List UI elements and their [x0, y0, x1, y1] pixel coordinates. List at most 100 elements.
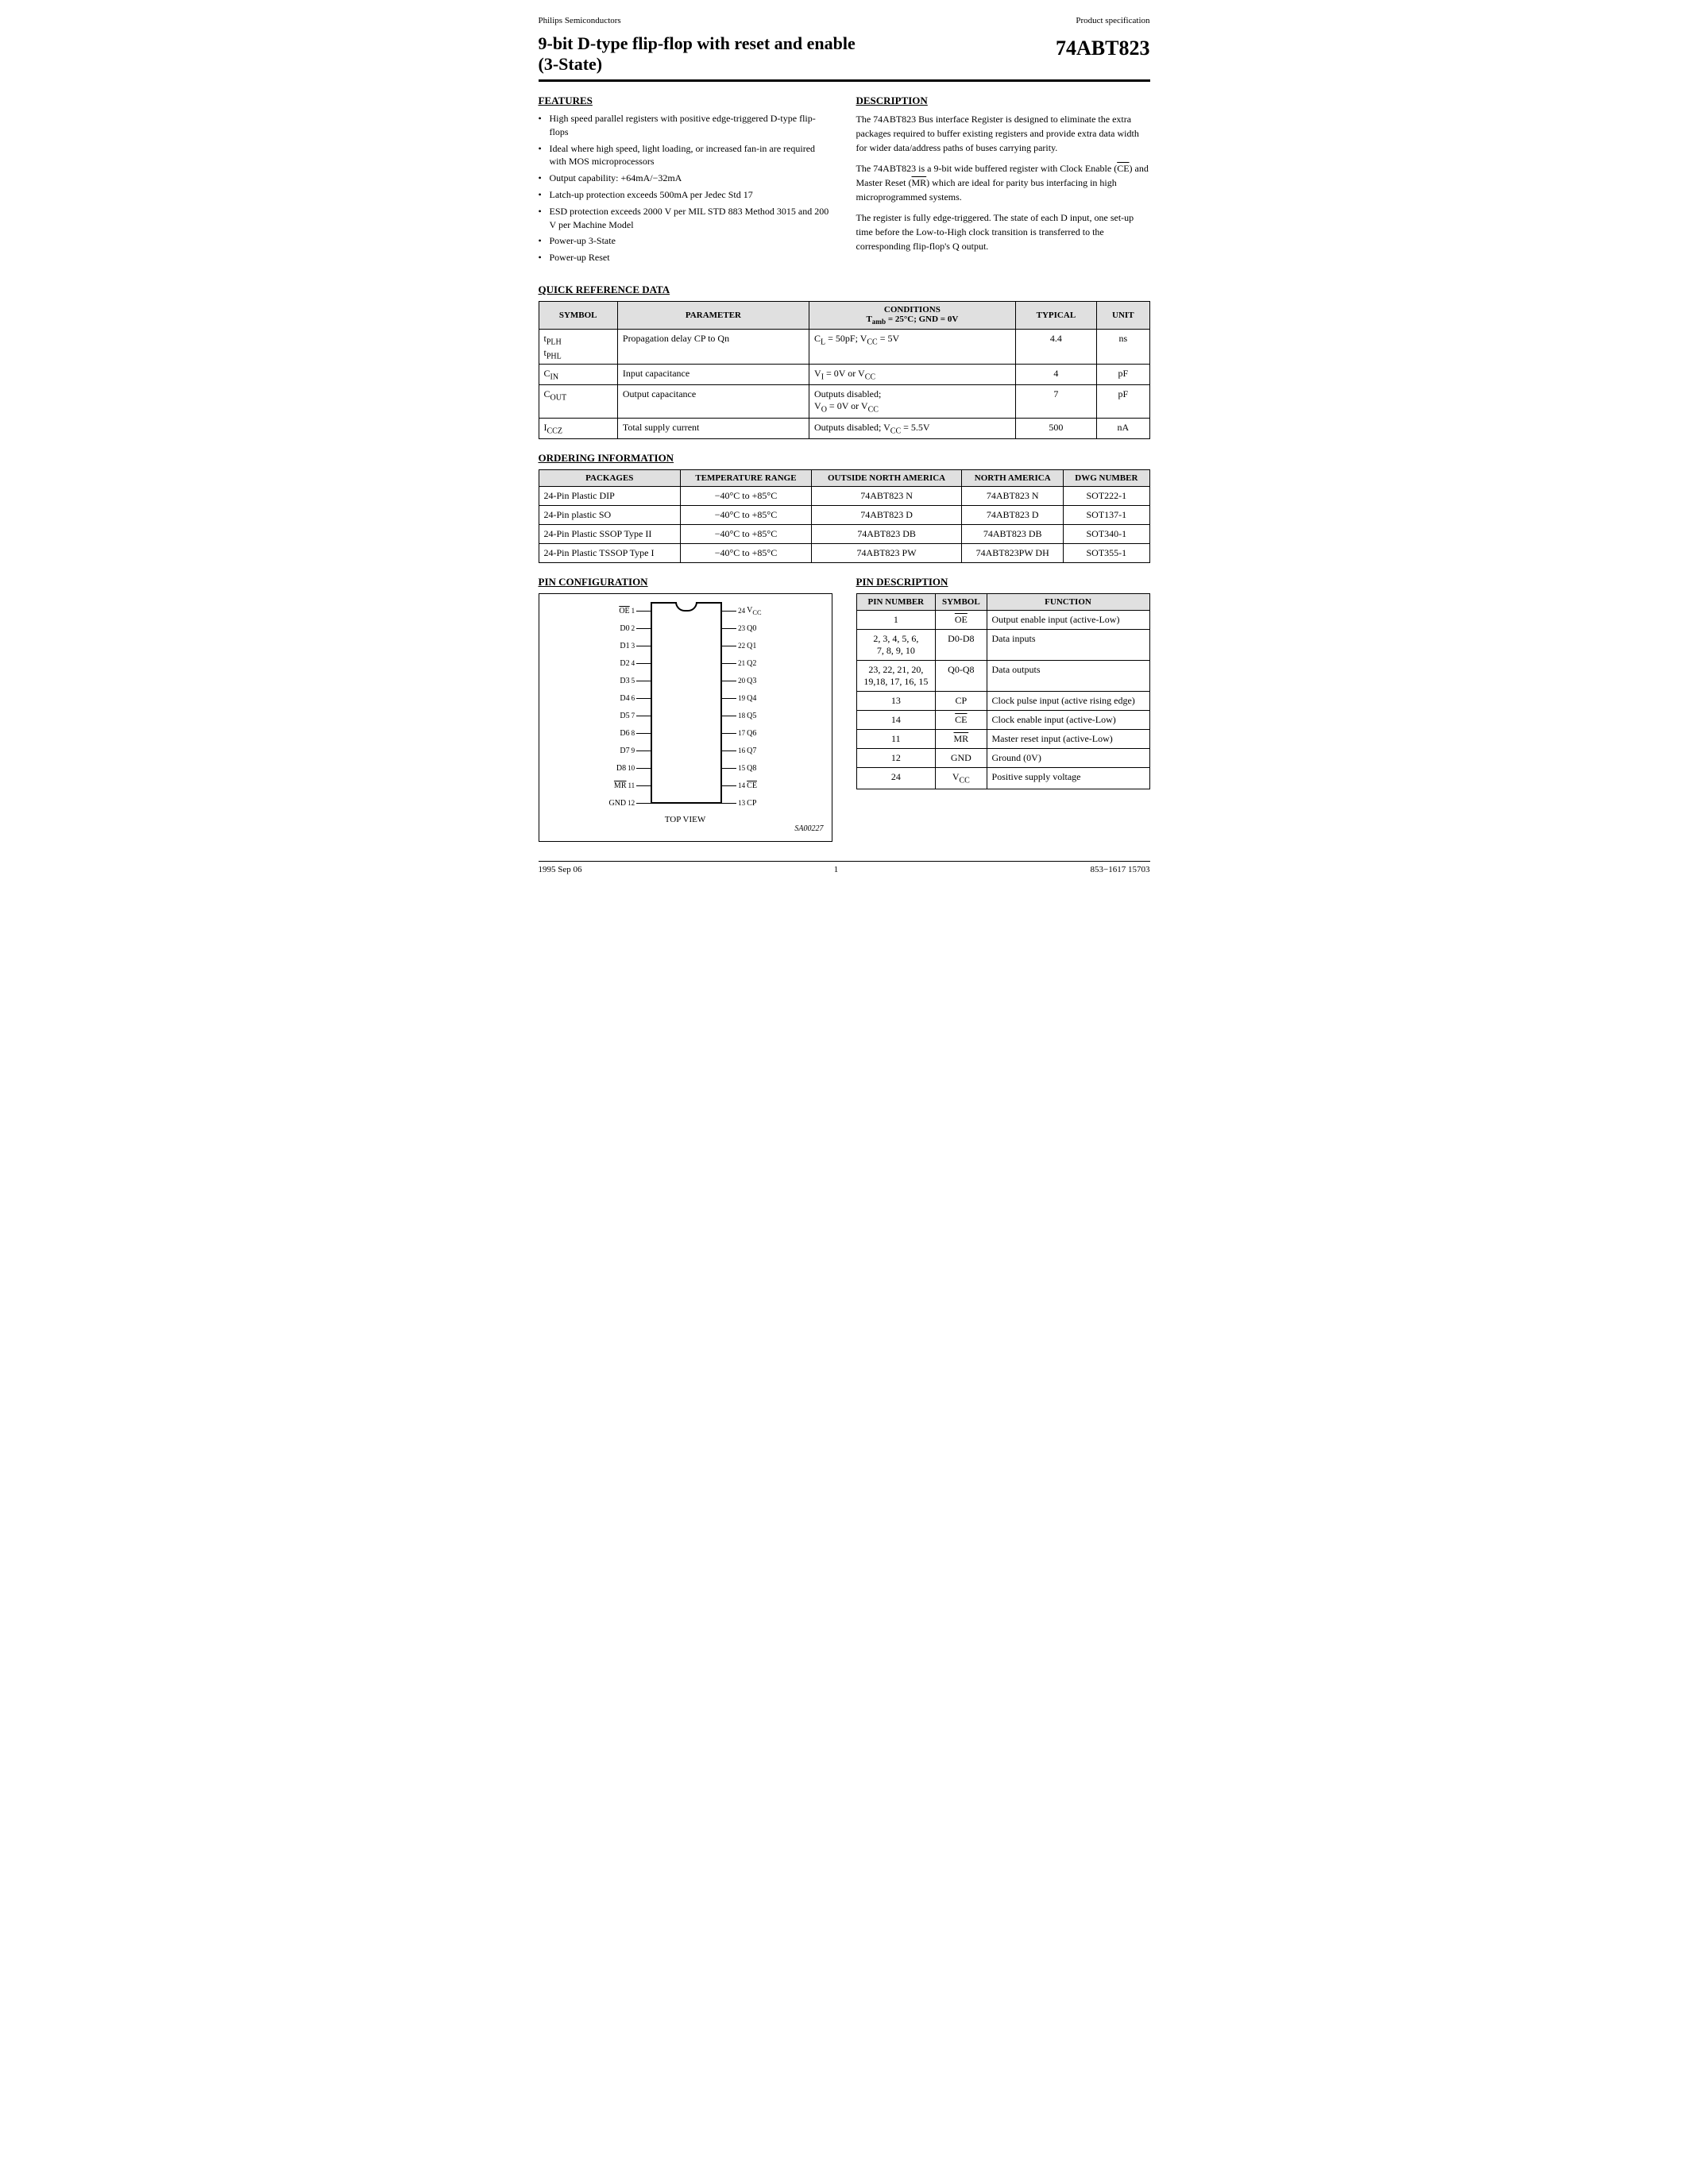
pd-col-function: FUNCTION [987, 594, 1149, 611]
ord-temp-0: −40°C to +85°C [681, 487, 812, 506]
ord-temp-3: −40°C to +85°C [681, 544, 812, 563]
pd-sym-0: OE [936, 611, 987, 630]
ord-north-0: 74ABT823 N [962, 487, 1064, 506]
ord-col-pkg: PACKAGES [539, 470, 681, 487]
qr-cond-3: Outputs disabled; VCC = 5.5V [809, 418, 1016, 438]
table-row: 23, 22, 21, 20,19,18, 17, 16, 15 Q0-Q8 D… [856, 661, 1149, 692]
footer-page: 1 [834, 865, 839, 874]
pin-d5: D5 7 [608, 707, 651, 724]
footer-doc-number: 853−1617 15703 [1091, 865, 1150, 874]
ord-outside-3: 74ABT823 PW [811, 544, 961, 563]
table-row: 24-Pin Plastic SSOP Type II −40°C to +85… [539, 525, 1149, 544]
ord-pkg-0: 24-Pin Plastic DIP [539, 487, 681, 506]
table-row: 24-Pin Plastic TSSOP Type I −40°C to +85… [539, 544, 1149, 563]
features-list: High speed parallel registers with posit… [539, 112, 832, 264]
table-row: 13 CP Clock pulse input (active rising e… [856, 692, 1149, 711]
pin-gnd: GND 12 [608, 794, 651, 812]
ord-pkg-3: 24-Pin Plastic TSSOP Type I [539, 544, 681, 563]
pd-func-7: Positive supply voltage [987, 768, 1149, 789]
quick-ref-table: SYMBOL PARAMETER CONDITIONSTamb = 25°C; … [539, 301, 1150, 439]
ord-temp-1: −40°C to +85°C [681, 506, 812, 525]
table-row: 2, 3, 4, 5, 6,7, 8, 9, 10 D0-D8 Data inp… [856, 630, 1149, 661]
ord-col-dwg: DWG NUMBER [1064, 470, 1149, 487]
page-footer: 1995 Sep 06 1 853−1617 15703 [539, 861, 1150, 874]
qr-col-parameter: PARAMETER [617, 301, 809, 329]
ord-col-outside: OUTSIDE NORTH AMERICA [811, 470, 961, 487]
pd-sym-5: MR [936, 730, 987, 749]
qr-unit-3: nA [1097, 418, 1149, 438]
pin-config-section: PIN CONFIGURATION OE 1 D0 2 [539, 576, 832, 842]
pd-sym-7: VCC [936, 768, 987, 789]
table-row: 1 OE Output enable input (active-Low) [856, 611, 1149, 630]
ordering-section: ORDERING INFORMATION PACKAGES TEMPERATUR… [539, 452, 1150, 563]
ord-col-north: NORTH AMERICA [962, 470, 1064, 487]
feature-item: Latch-up protection exceeds 500mA per Je… [539, 188, 832, 202]
ordering-title: ORDERING INFORMATION [539, 452, 1150, 465]
chip-notch [652, 604, 720, 612]
qr-param-2: Output capacitance [617, 385, 809, 418]
feature-item: High speed parallel registers with posit… [539, 112, 832, 139]
feature-item: Ideal where high speed, light loading, o… [539, 142, 832, 169]
pin-d2: D2 4 [608, 654, 651, 672]
ord-pkg-1: 24-Pin plastic SO [539, 506, 681, 525]
qr-typ-1: 4 [1015, 364, 1096, 384]
pin-q1: 22 Q1 [722, 637, 761, 654]
pin-q0: 23 Q0 [722, 619, 761, 637]
qr-col-unit: UNIT [1097, 301, 1149, 329]
pin-desc-table: PIN NUMBER SYMBOL FUNCTION 1 OE Output e… [856, 593, 1150, 789]
qr-unit-0: ns [1097, 330, 1149, 365]
pd-pin-3: 13 [856, 692, 936, 711]
pd-func-6: Ground (0V) [987, 749, 1149, 768]
qr-col-symbol: SYMBOL [539, 301, 617, 329]
ord-dwg-2: SOT340-1 [1064, 525, 1149, 544]
qr-cond-1: VI = 0V or VCC [809, 364, 1016, 384]
pd-pin-1: 2, 3, 4, 5, 6,7, 8, 9, 10 [856, 630, 936, 661]
pin-desc-title: PIN DESCRIPTION [856, 576, 1150, 588]
footer-date: 1995 Sep 06 [539, 865, 582, 874]
ord-outside-1: 74ABT823 D [811, 506, 961, 525]
ce-overline: CE [1117, 163, 1129, 174]
part-number: 74ABT823 [1056, 33, 1149, 60]
feature-item: Output capability: +64mA/−32mA [539, 172, 832, 185]
ord-outside-2: 74ABT823 DB [811, 525, 961, 544]
ord-north-1: 74ABT823 D [962, 506, 1064, 525]
title-line1: 9-bit D-type flip-flop with reset and en… [539, 33, 856, 54]
title-line2: (3-State) [539, 54, 856, 75]
features-title: FEATURES [539, 95, 832, 107]
desc-para-1: The 74ABT823 Bus interface Register is d… [856, 112, 1150, 155]
table-row: CIN Input capacitance VI = 0V or VCC 4 p… [539, 364, 1149, 384]
qr-symbol-1: CIN [539, 364, 617, 384]
table-row: 24-Pin plastic SO −40°C to +85°C 74ABT82… [539, 506, 1149, 525]
pin-section: PIN CONFIGURATION OE 1 D0 2 [539, 576, 1150, 842]
ord-north-2: 74ABT823 DB [962, 525, 1064, 544]
desc-para-2: The 74ABT823 is a 9-bit wide buffered re… [856, 161, 1150, 204]
pd-func-1: Data inputs [987, 630, 1149, 661]
ord-dwg-3: SOT355-1 [1064, 544, 1149, 563]
chip-body [651, 602, 722, 804]
pin-q3: 20 Q3 [722, 672, 761, 689]
qr-param-3: Total supply current [617, 418, 809, 438]
pin-ce: 14 CE [722, 777, 761, 794]
qr-typ-0: 4.4 [1015, 330, 1096, 365]
right-pins: 24 VCC 23 Q0 22 Q1 21 [722, 602, 761, 812]
feature-item: Power-up Reset [539, 251, 832, 264]
pd-sym-3: CP [936, 692, 987, 711]
qr-unit-1: pF [1097, 364, 1149, 384]
pd-col-symbol: SYMBOL [936, 594, 987, 611]
qr-typ-3: 500 [1015, 418, 1096, 438]
ord-outside-0: 74ABT823 N [811, 487, 961, 506]
table-row: 14 CE Clock enable input (active-Low) [856, 711, 1149, 730]
pd-func-5: Master reset input (active-Low) [987, 730, 1149, 749]
pd-pin-5: 11 [856, 730, 936, 749]
qr-symbol-3: ICCZ [539, 418, 617, 438]
pin-q2: 21 Q2 [722, 654, 761, 672]
title-section: 9-bit D-type flip-flop with reset and en… [539, 33, 1150, 82]
ord-north-3: 74ABT823PW DH [962, 544, 1064, 563]
pin-d1: D1 3 [608, 637, 651, 654]
ic-diagram: OE 1 D0 2 D1 3 D2 [547, 602, 824, 812]
pd-pin-0: 1 [856, 611, 936, 630]
pin-mr: MR 11 [608, 777, 651, 794]
pd-pin-2: 23, 22, 21, 20,19,18, 17, 16, 15 [856, 661, 936, 692]
features-description-section: FEATURES High speed parallel registers w… [539, 95, 1150, 268]
pin-config-title: PIN CONFIGURATION [539, 576, 832, 588]
